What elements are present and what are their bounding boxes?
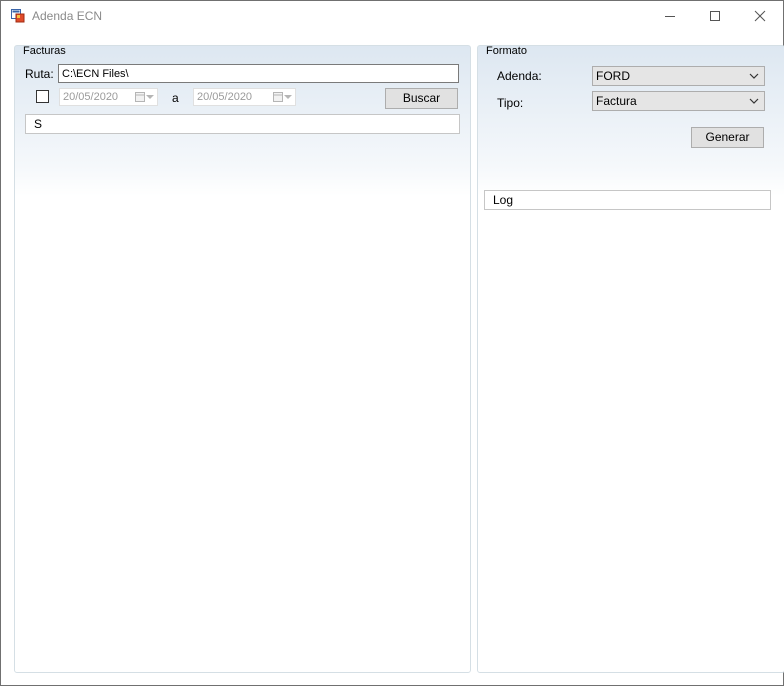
chevron-down-icon [284, 95, 292, 99]
adenda-label: Adenda: [497, 69, 542, 83]
date-from-dropdown[interactable] [135, 91, 155, 103]
date-to-dropdown[interactable] [273, 91, 293, 103]
calendar-icon [273, 92, 283, 102]
date-filter-checkbox[interactable] [36, 90, 49, 103]
maximize-icon [710, 11, 720, 21]
window-title: Adenda ECN [32, 9, 103, 23]
chevron-down-icon [749, 98, 759, 104]
formato-group-label: Formato [486, 45, 527, 57]
date-from-picker[interactable]: 20/05/2020 [59, 88, 158, 106]
date-separator: a [172, 91, 179, 105]
calendar-icon [135, 92, 145, 102]
close-button[interactable] [737, 1, 783, 31]
minimize-icon [665, 16, 675, 17]
app-window: Adenda ECN Facturas Ruta: C:\ECN Files\ … [0, 0, 784, 686]
app-window-icon [11, 9, 25, 23]
tipo-select[interactable]: Factura [592, 91, 765, 111]
date-to-value: 20/05/2020 [197, 91, 253, 103]
facturas-list-header[interactable]: S [25, 114, 460, 134]
title-bar[interactable]: Adenda ECN [1, 1, 783, 31]
date-to-picker[interactable]: 20/05/2020 [193, 88, 296, 106]
chevron-down-icon [749, 73, 759, 79]
ruta-input[interactable]: C:\ECN Files\ [58, 64, 459, 83]
minimize-button[interactable] [647, 1, 693, 31]
tipo-value: Factura [596, 94, 637, 108]
buscar-button[interactable]: Buscar [385, 88, 458, 109]
tipo-label: Tipo: [497, 96, 524, 110]
formato-group: Formato Adenda: FORD Tipo: Factura Gener… [477, 45, 784, 673]
facturas-group-label: Facturas [23, 45, 66, 57]
ruta-label: Ruta: [25, 67, 54, 81]
log-header[interactable]: Log [484, 190, 771, 210]
adenda-value: FORD [596, 69, 630, 83]
close-icon [754, 10, 766, 22]
generar-button[interactable]: Generar [691, 127, 764, 148]
maximize-button[interactable] [692, 1, 738, 31]
chevron-down-icon [146, 95, 154, 99]
date-from-value: 20/05/2020 [63, 91, 119, 103]
facturas-group: Facturas Ruta: C:\ECN Files\ 20/05/2020 … [14, 45, 471, 673]
adenda-select[interactable]: FORD [592, 66, 765, 86]
